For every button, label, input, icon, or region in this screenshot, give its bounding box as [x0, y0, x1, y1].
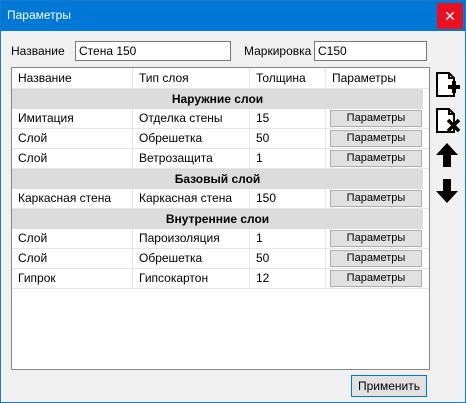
add-layer-icon: [436, 72, 460, 97]
group-header: Внутренние слои: [12, 209, 423, 229]
cell-params: Параметры: [326, 149, 429, 169]
cell-name[interactable]: Каркасная стена: [12, 189, 133, 209]
params-button[interactable]: Параметры: [330, 150, 422, 167]
name-input[interactable]: [75, 41, 231, 61]
cell-name[interactable]: Имитация: [12, 109, 133, 129]
cell-name[interactable]: Слой: [12, 129, 133, 149]
close-button[interactable]: ✕: [437, 3, 463, 29]
table-row[interactable]: Слой Обрешетка 50 Параметры: [12, 129, 429, 149]
table-row[interactable]: Имитация Отделка стены 15 Параметры: [12, 109, 429, 129]
apply-button[interactable]: Применить: [351, 375, 427, 397]
cell-params: Параметры: [326, 189, 429, 209]
move-up-icon: [436, 143, 458, 167]
cell-name[interactable]: Слой: [12, 249, 133, 269]
header-type[interactable]: Тип слоя: [133, 68, 250, 88]
params-button[interactable]: Параметры: [330, 250, 422, 267]
parameters-window: Параметры ✕ Название Маркировка Название…: [0, 0, 466, 403]
header-params[interactable]: Параметры: [326, 68, 429, 88]
params-button[interactable]: Параметры: [330, 230, 422, 247]
params-button[interactable]: Параметры: [330, 270, 422, 287]
cell-params: Параметры: [326, 109, 429, 129]
window-title: Параметры: [7, 8, 71, 22]
header-thickness[interactable]: Толщина: [250, 68, 326, 88]
cell-thickness[interactable]: 50: [250, 129, 326, 149]
cell-name[interactable]: Слой: [12, 229, 133, 249]
table-row[interactable]: Слой Ветрозащита 1 Параметры: [12, 149, 429, 169]
params-button[interactable]: Параметры: [330, 130, 422, 147]
cell-thickness[interactable]: 1: [250, 229, 326, 249]
cell-type[interactable]: Обрешетка: [133, 129, 250, 149]
cell-type[interactable]: Отделка стены: [133, 109, 250, 129]
cell-name[interactable]: Гипрок: [12, 269, 133, 289]
table-header: Название Тип слоя Толщина Параметры: [12, 68, 429, 89]
delete-layer-button[interactable]: [433, 107, 461, 135]
header-name[interactable]: Название: [12, 68, 133, 88]
cell-params: Параметры: [326, 269, 429, 289]
delete-layer-icon: [436, 108, 461, 133]
mark-input[interactable]: [314, 41, 427, 61]
name-label: Название: [11, 44, 65, 58]
table-row[interactable]: Слой Обрешетка 50 Параметры: [12, 249, 429, 269]
cell-type[interactable]: Ветрозащита: [133, 149, 250, 169]
layers-table: Название Тип слоя Толщина Параметры Нару…: [11, 67, 430, 370]
cell-thickness[interactable]: 12: [250, 269, 326, 289]
cell-type[interactable]: Гипсокартон: [133, 269, 250, 289]
table-row[interactable]: Каркасная стена Каркасная стена 150 Парамет…: [12, 189, 429, 209]
cell-thickness[interactable]: 15: [250, 109, 326, 129]
cell-type[interactable]: Пароизоляция: [133, 229, 250, 249]
cell-params: Параметры: [326, 249, 429, 269]
move-down-button[interactable]: [433, 177, 461, 205]
cell-type[interactable]: Обрешетка: [133, 249, 250, 269]
cell-name[interactable]: Слой: [12, 149, 133, 169]
cell-thickness[interactable]: 50: [250, 249, 326, 269]
mark-label: Маркировка: [244, 44, 312, 58]
table-row[interactable]: Слой Пароизоляция 1 Параметры: [12, 229, 429, 249]
add-layer-button[interactable]: [433, 71, 461, 99]
cell-thickness[interactable]: 1: [250, 149, 326, 169]
cell-thickness[interactable]: 150: [250, 189, 326, 209]
group-header: Базовый слой: [12, 169, 423, 189]
cell-params: Параметры: [326, 129, 429, 149]
move-down-icon: [436, 179, 458, 203]
params-button[interactable]: Параметры: [330, 110, 422, 127]
table-row[interactable]: Гипрок Гипсокартон 12 Параметры: [12, 269, 429, 289]
cell-params: Параметры: [326, 229, 429, 249]
params-button[interactable]: Параметры: [330, 190, 422, 207]
move-up-button[interactable]: [433, 141, 461, 169]
cell-type[interactable]: Каркасная стена: [133, 189, 250, 209]
group-header: Наружние слои: [12, 89, 423, 109]
title-bar: Параметры ✕: [1, 1, 465, 31]
